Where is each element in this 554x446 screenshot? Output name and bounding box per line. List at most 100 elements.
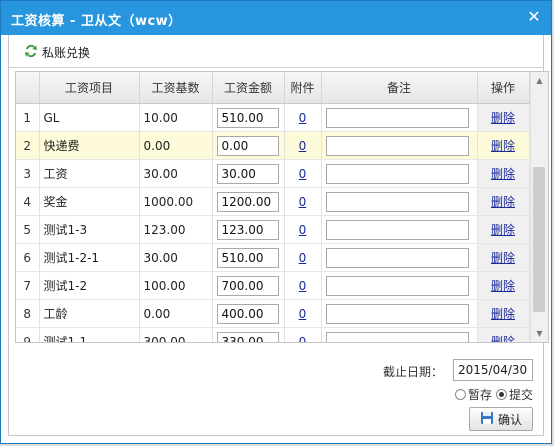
table-row[interactable]: 6 测试1-2-1 30.00 510.00 0 删除 [16, 243, 530, 272]
table-row[interactable]: 3 工资 30.00 30.00 0 删除 [16, 159, 530, 188]
close-icon[interactable]: ✕ [525, 8, 543, 26]
delete-link[interactable]: 删除 [491, 223, 515, 237]
column-header-action[interactable]: 操作 [477, 72, 530, 104]
item-cell: GL [39, 103, 140, 132]
exchange-icon [23, 43, 39, 62]
column-header-amount[interactable]: 工资金额 [212, 72, 285, 104]
base-cell: 300.00 [139, 327, 213, 342]
note-input[interactable] [325, 107, 469, 128]
draft-radio[interactable] [454, 389, 466, 400]
column-header-note[interactable]: 备注 [321, 72, 478, 104]
note-cell [321, 215, 478, 244]
row-index: 8 [16, 299, 40, 328]
base-cell: 0.00 [139, 131, 213, 160]
amount-input[interactable]: 400.00 [216, 303, 279, 324]
delete-link[interactable]: 删除 [491, 307, 515, 321]
note-cell [321, 187, 478, 216]
attachment-link[interactable]: 0 [299, 195, 307, 209]
submit-radio-label[interactable]: 提交 [509, 386, 533, 403]
attachment-link[interactable]: 0 [299, 111, 307, 125]
table-row[interactable]: 2 快递费 0.00 0.00 0 删除 [16, 131, 530, 160]
action-cell: 删除 [477, 215, 530, 244]
attachment-link[interactable]: 0 [299, 223, 307, 237]
table-row[interactable]: 5 测试1-3 123.00 123.00 0 删除 [16, 215, 530, 244]
table-row[interactable]: 8 工龄 0.00 400.00 0 删除 [16, 299, 530, 328]
dialog-title: 工资核算 - 卫从文（wcw） [11, 14, 182, 29]
attachment-link[interactable]: 0 [299, 307, 307, 321]
base-cell: 0.00 [139, 299, 213, 328]
base-cell: 1000.00 [139, 187, 213, 216]
row-index: 5 [16, 215, 40, 244]
table-header-row: 工资项目 工资基数 工资金额 附件 备注 操作 [16, 72, 530, 104]
item-cell: 测试1-2-1 [39, 243, 140, 272]
note-input[interactable] [325, 163, 469, 184]
note-input[interactable] [325, 275, 469, 296]
vertical-scrollbar[interactable]: ▲ ▼ [530, 72, 548, 342]
note-input[interactable] [325, 331, 469, 342]
end-date-input[interactable]: 2015/04/30 [453, 359, 533, 381]
delete-link[interactable]: 删除 [491, 111, 515, 125]
table-row[interactable]: 7 测试1-2 100.00 700.00 0 删除 [16, 271, 530, 300]
dialog-body: 私账兑换 工资项目 工资基数 工资金额 附件 备注 操作 1 GL 10.00 … [8, 35, 549, 436]
submit-radio[interactable] [495, 389, 507, 400]
dialog-titlebar[interactable]: 工资核算 - 卫从文（wcw） ✕ [1, 1, 551, 35]
amount-input[interactable]: 30.00 [216, 163, 279, 184]
base-cell: 10.00 [139, 103, 213, 132]
amount-input[interactable]: 700.00 [216, 275, 279, 296]
amount-input[interactable]: 330.00 [216, 331, 279, 342]
table-row[interactable]: 4 奖金 1000.00 1200.00 0 删除 [16, 187, 530, 216]
item-cell: 工资 [39, 159, 140, 188]
delete-link[interactable]: 删除 [491, 335, 515, 342]
amount-input[interactable]: 510.00 [216, 247, 279, 268]
delete-link[interactable]: 删除 [491, 195, 515, 209]
exchange-button[interactable]: 私账兑换 [23, 43, 90, 62]
scroll-up-arrow-icon[interactable]: ▲ [531, 72, 548, 89]
base-cell: 100.00 [139, 271, 213, 300]
note-input[interactable] [325, 191, 469, 212]
attachment-link[interactable]: 0 [299, 279, 307, 293]
draft-radio-label[interactable]: 暂存 [468, 386, 492, 403]
amount-cell: 700.00 [212, 271, 285, 300]
note-input[interactable] [325, 247, 469, 268]
note-input[interactable] [325, 135, 469, 156]
row-index: 7 [16, 271, 40, 300]
amount-cell: 0.00 [212, 131, 285, 160]
delete-link[interactable]: 删除 [491, 251, 515, 265]
amount-cell: 510.00 [212, 243, 285, 272]
note-cell [321, 299, 478, 328]
attachment-cell: 0 [284, 131, 322, 160]
amount-input[interactable]: 1200.00 [216, 191, 279, 212]
column-header-attachment[interactable]: 附件 [284, 72, 322, 104]
table-row[interactable]: 9 测试1-1 300.00 330.00 0 删除 [16, 327, 530, 343]
attachment-link[interactable]: 0 [299, 335, 307, 343]
action-cell: 删除 [477, 243, 530, 272]
item-cell: 快递费 [39, 131, 140, 160]
attachment-link[interactable]: 0 [299, 251, 307, 265]
amount-input[interactable]: 123.00 [216, 219, 279, 240]
item-cell: 奖金 [39, 187, 140, 216]
attachment-link[interactable]: 0 [299, 167, 307, 181]
table-row[interactable]: 1 GL 10.00 510.00 0 删除 [16, 103, 530, 132]
amount-cell: 330.00 [212, 327, 285, 342]
note-cell [321, 327, 478, 342]
scroll-down-arrow-icon[interactable]: ▼ [531, 325, 548, 342]
note-input[interactable] [325, 219, 469, 240]
note-input[interactable] [325, 303, 469, 324]
delete-link[interactable]: 删除 [491, 139, 515, 153]
confirm-button[interactable]: 确认 [469, 407, 533, 431]
amount-input[interactable]: 0.00 [216, 135, 279, 156]
column-header-item[interactable]: 工资项目 [39, 72, 140, 104]
action-cell: 删除 [477, 327, 530, 342]
scrollbar-thumb[interactable] [533, 167, 545, 312]
amount-input[interactable]: 510.00 [216, 107, 279, 128]
payroll-dialog: 工资核算 - 卫从文（wcw） ✕ 私账兑换 工资项目 工资基数 工资金额 附件… [0, 0, 552, 444]
attachment-cell: 0 [284, 159, 322, 188]
delete-link[interactable]: 删除 [491, 279, 515, 293]
item-cell: 测试1-3 [39, 215, 140, 244]
action-cell: 删除 [477, 103, 530, 132]
attachment-link[interactable]: 0 [299, 139, 307, 153]
column-header-base[interactable]: 工资基数 [139, 72, 213, 104]
delete-link[interactable]: 删除 [491, 167, 515, 181]
note-cell [321, 243, 478, 272]
attachment-cell: 0 [284, 215, 322, 244]
